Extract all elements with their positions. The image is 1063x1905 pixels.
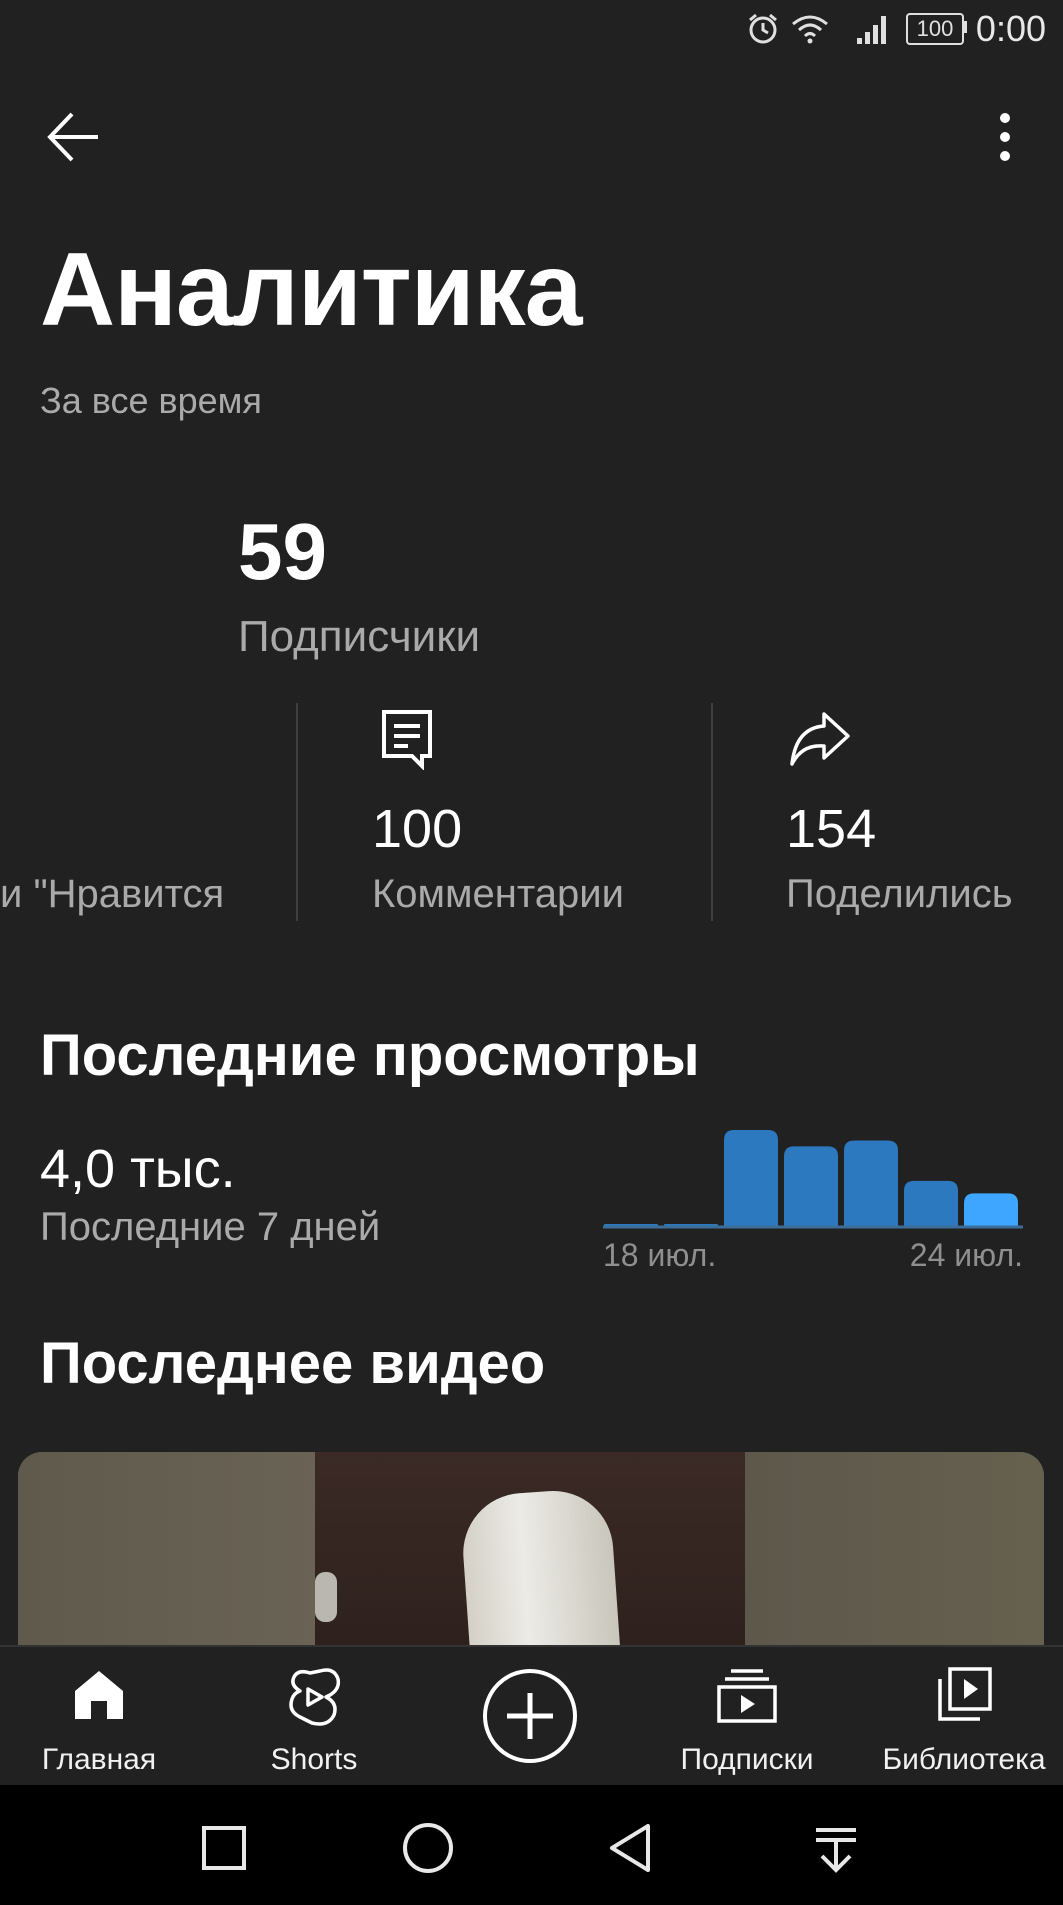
notifications-down-icon[interactable]	[808, 1820, 864, 1876]
chart-tick-start: 18 июл.	[603, 1237, 717, 1273]
status-time: 0:00	[975, 8, 1046, 49]
recent-views-period: Последние 7 дней	[40, 1205, 381, 1249]
create-plus-icon	[483, 1669, 577, 1763]
comment-icon	[382, 710, 432, 770]
subscribers-label: Подписчики	[238, 612, 481, 661]
home-icon	[75, 1671, 123, 1719]
shorts-icon	[289, 1668, 341, 1726]
nav-shorts[interactable]: Shorts	[215, 1647, 413, 1787]
system-navigation-bar	[0, 1785, 1063, 1905]
page-title: Аналитика	[40, 232, 583, 348]
chart-bar-6	[964, 1193, 1018, 1226]
signal-icon	[857, 16, 886, 44]
nav-library[interactable]: Библиотека	[865, 1647, 1063, 1787]
status-bar: 100 0:00	[0, 0, 1063, 60]
nav-library-label: Библиотека	[882, 1743, 1046, 1776]
back-triangle-icon[interactable]	[604, 1820, 660, 1876]
recent-views-value: 4,0 тыс.	[40, 1139, 236, 1199]
divider	[711, 703, 713, 921]
subscriptions-icon	[717, 1669, 777, 1723]
chart-bar-3	[784, 1146, 838, 1226]
home-circle-icon[interactable]	[400, 1820, 456, 1876]
likes-label: и "Нравится"	[0, 872, 225, 916]
divider	[296, 703, 298, 921]
more-vertical-icon[interactable]	[985, 104, 1025, 170]
chart-bar-4	[844, 1140, 898, 1226]
page-subtitle: За все время	[40, 380, 262, 421]
latest-video-title: Последнее видео	[40, 1331, 546, 1396]
recent-views-title: Последние просмотры	[40, 1023, 700, 1088]
views-bar-chart[interactable]	[603, 1120, 1023, 1230]
alarm-icon	[749, 13, 777, 44]
thumbnail-detail	[315, 1572, 337, 1622]
thumbnail-object	[459, 1486, 621, 1645]
chart-tick-end: 24 июл.	[909, 1237, 1023, 1273]
thumbnail-frame	[315, 1452, 745, 1645]
nav-create[interactable]	[430, 1647, 630, 1787]
latest-video-thumbnail[interactable]	[18, 1452, 1044, 1645]
thumbnail-blur-right	[745, 1452, 1044, 1645]
back-arrow-icon[interactable]	[42, 104, 108, 170]
nav-home[interactable]: Главная	[0, 1647, 198, 1787]
battery-tip	[963, 21, 967, 33]
chart-bar-2	[724, 1130, 778, 1226]
comments-value: 100	[372, 799, 463, 859]
chart-bar-5	[904, 1180, 958, 1226]
nav-shorts-label: Shorts	[270, 1743, 358, 1776]
subscribers-value: 59	[238, 507, 327, 596]
bottom-navigation: Главная Shorts Подписки Библиотека	[0, 1645, 1063, 1787]
nav-home-label: Главная	[41, 1743, 157, 1776]
library-icon	[938, 1667, 992, 1721]
thumbnail-blur-left	[18, 1452, 315, 1645]
comments-label: Комментарии	[372, 872, 624, 916]
recents-square-icon[interactable]	[196, 1820, 252, 1876]
share-icon	[790, 712, 850, 766]
shares-value: 154	[786, 799, 877, 859]
shares-label: Поделились	[786, 872, 1013, 916]
nav-subscriptions-label: Подписки	[680, 1743, 814, 1776]
wifi-icon	[792, 15, 828, 44]
battery-icon: 100	[906, 13, 964, 45]
nav-subscriptions[interactable]: Подписки	[648, 1647, 846, 1787]
